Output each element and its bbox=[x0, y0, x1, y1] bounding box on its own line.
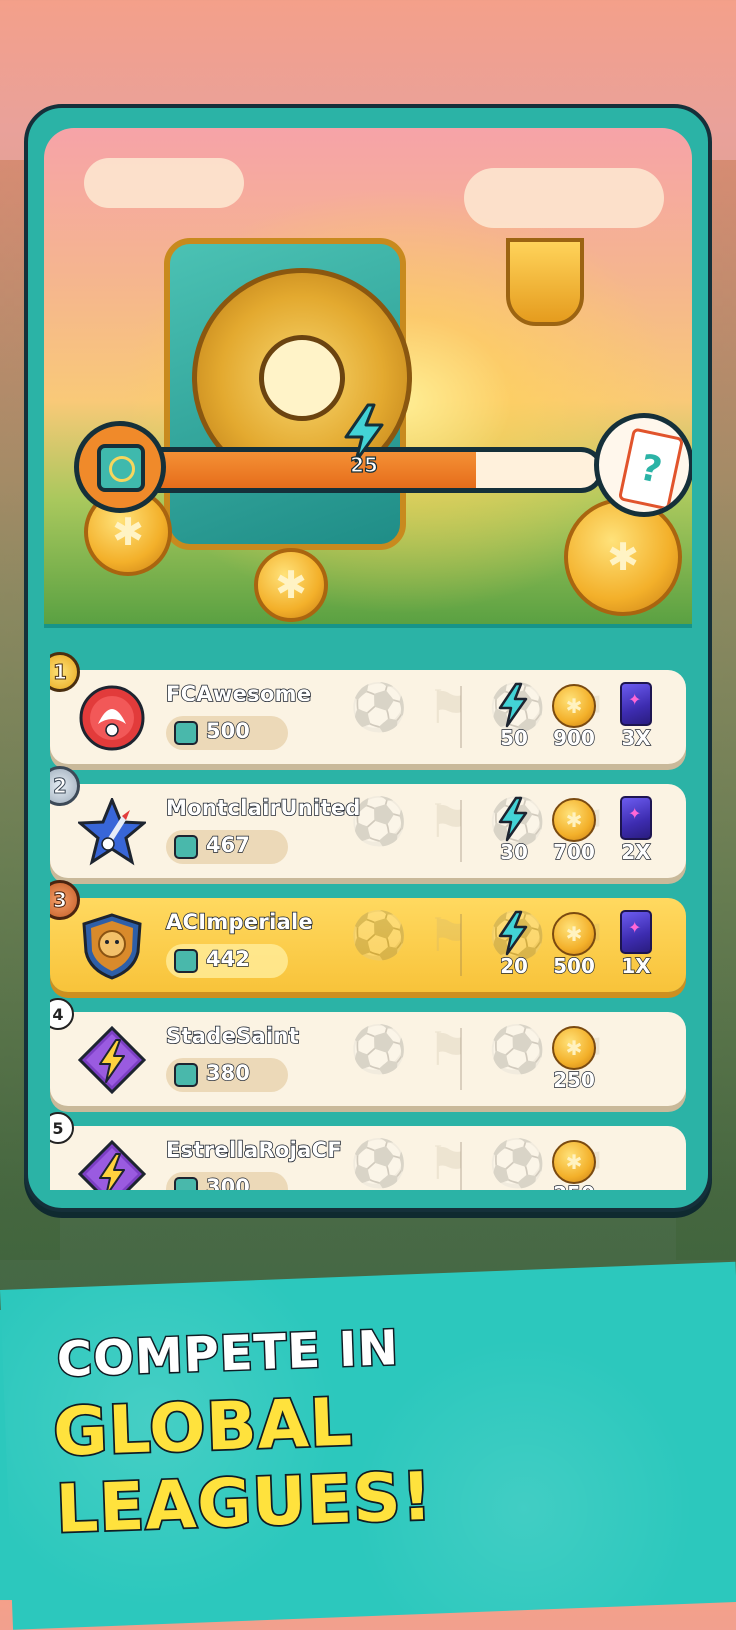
reward-coins: 900 bbox=[548, 682, 600, 754]
vault-hero-illustration: 25 ? bbox=[44, 128, 692, 624]
row-separator bbox=[460, 800, 462, 862]
score-pill: 500 bbox=[166, 716, 288, 750]
reward-packs: 3X bbox=[610, 682, 662, 754]
score-pill: 442 bbox=[166, 944, 288, 978]
team-name: StadeSaint bbox=[165, 1023, 300, 1049]
lightning-bolt-icon bbox=[498, 796, 528, 842]
soccer-pattern-decoration: ⚽⚑⚽⚑ bbox=[350, 1022, 628, 1076]
reward-coins: 500 bbox=[548, 910, 600, 982]
team-score: 500 bbox=[205, 718, 250, 743]
vault-safe-icon bbox=[174, 1177, 198, 1190]
slogan-line-2: GLOBAL LEAGUES! bbox=[50, 1382, 435, 1550]
slogan-line-1: COMPETE IN bbox=[54, 1319, 401, 1390]
card-pack-icon bbox=[620, 682, 652, 726]
trophy-illustration bbox=[506, 238, 584, 326]
rank-medal-icon: 4 bbox=[50, 998, 74, 1030]
vault-safe-icon bbox=[174, 721, 198, 745]
team-name: MontclairUnited bbox=[165, 795, 361, 821]
vault-safe-icon bbox=[174, 835, 198, 859]
leaderboard-row[interactable]: ⚽⚑⚽⚑ 4 StadeSaint 380 250 bbox=[50, 998, 686, 1106]
lion-shield-crest-icon bbox=[78, 912, 146, 980]
hero-divider bbox=[44, 624, 692, 646]
team-name: ACImperiale bbox=[165, 909, 314, 935]
team-score: 467 bbox=[205, 832, 250, 857]
coin-icon bbox=[552, 1026, 596, 1070]
team-name: FCAwesome bbox=[165, 681, 312, 707]
reward-coins: 250 bbox=[548, 1024, 600, 1096]
reward-bolts: 30 bbox=[488, 796, 540, 868]
coin-icon bbox=[552, 1140, 596, 1184]
rank-medal-icon: 5 bbox=[50, 1112, 74, 1144]
row-separator bbox=[460, 686, 462, 748]
leaderboard-row[interactable]: ⚽⚑⚽⚑2MontclairUnited467307002X bbox=[50, 766, 686, 878]
reward-bolts: 20 bbox=[488, 910, 540, 982]
team-score: 300 bbox=[205, 1174, 250, 1190]
coin-icon bbox=[552, 798, 596, 842]
rank-medal-icon: 3 bbox=[50, 880, 80, 920]
lightning-diamond-crest-icon bbox=[77, 1025, 147, 1095]
rank-medal-icon: 2 bbox=[50, 766, 80, 806]
team-name: EstrellaRojaCF bbox=[165, 1137, 342, 1163]
vault-progress-bar: 25 ? bbox=[74, 403, 692, 523]
team-score: 442 bbox=[205, 946, 250, 971]
vault-safe-icon bbox=[174, 1063, 198, 1087]
card-pack-icon bbox=[620, 910, 652, 954]
score-pill: 380 bbox=[166, 1058, 288, 1092]
coin-icon bbox=[552, 912, 596, 956]
card-pack-icon bbox=[620, 796, 652, 840]
coin-illustration bbox=[254, 548, 328, 622]
reward-packs: 2X bbox=[610, 796, 662, 868]
lightning-bolt-icon bbox=[498, 910, 528, 956]
soccer-pattern-decoration: ⚽⚑⚽⚑ bbox=[350, 1136, 628, 1190]
mystery-pack-reward-icon[interactable]: ? bbox=[594, 413, 692, 517]
row-separator bbox=[460, 914, 462, 976]
score-pill: 467 bbox=[166, 830, 288, 864]
reward-bolts: 50 bbox=[488, 682, 540, 754]
phoenix-crest-icon bbox=[78, 684, 146, 752]
league-panel: 25 ? ⚽⚑⚽⚑ 1 FCAwesome 500 509003X ⚽⚑⚽⚑ 2 Montcl… bbox=[24, 104, 712, 1212]
rank-medal-icon: 1 bbox=[50, 652, 80, 692]
reward-coins: 250 bbox=[548, 1138, 600, 1190]
leaderboard-list[interactable]: ⚽⚑⚽⚑ 1 FCAwesome 500 509003X ⚽⚑⚽⚑ 2 MontclairUn… bbox=[50, 648, 686, 1190]
coin-icon bbox=[552, 684, 596, 728]
row-separator bbox=[460, 1028, 462, 1090]
leaderboard-row[interactable]: ⚽⚑⚽⚑1FCAwesome500509003X bbox=[50, 652, 686, 764]
leaderboard-row[interactable]: ⚽⚑⚽⚑3ACImperiale442205001X bbox=[50, 880, 686, 992]
vault-safe-icon bbox=[174, 949, 198, 973]
reward-packs: 1X bbox=[610, 910, 662, 982]
progress-value: 25 bbox=[349, 452, 378, 477]
lightning-diamond-crest-icon bbox=[77, 1139, 147, 1190]
score-pill: 300 bbox=[166, 1172, 288, 1190]
vault-safe-icon bbox=[74, 421, 166, 513]
rocket-star-crest-icon bbox=[76, 796, 148, 866]
row-separator bbox=[460, 1142, 462, 1190]
lightning-bolt-icon bbox=[498, 682, 528, 728]
leaderboard-row[interactable]: ⚽⚑⚽⚑ 5 EstrellaRojaCF 300 250 bbox=[50, 1112, 686, 1190]
progress-fill bbox=[144, 452, 477, 488]
reward-coins: 700 bbox=[548, 796, 600, 868]
team-score: 380 bbox=[205, 1060, 250, 1085]
